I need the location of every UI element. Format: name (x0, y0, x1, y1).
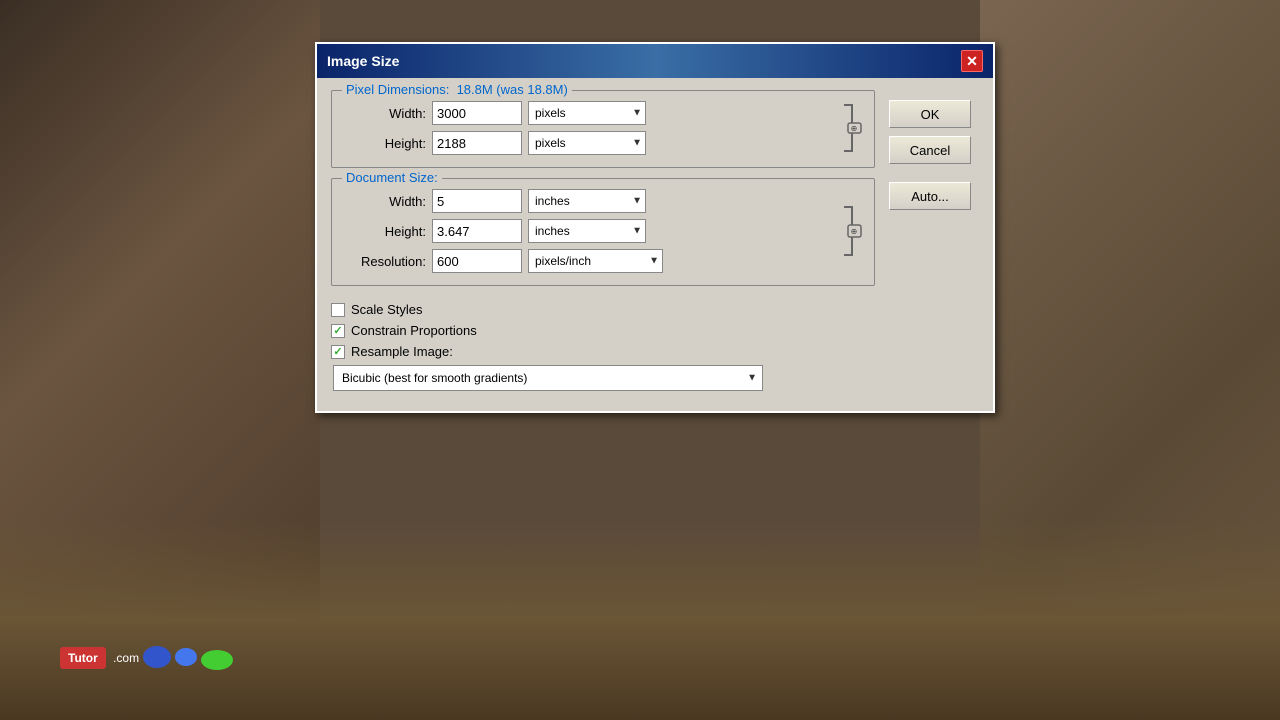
doc-width-unit-select[interactable]: inches cm mm points picas percent (528, 189, 646, 213)
doc-width-unit-wrapper: inches cm mm points picas percent (528, 189, 646, 213)
doc-width-row: Width: inches cm mm points picas percent (344, 189, 834, 213)
image-size-dialog: Image Size ✕ Pixel Dimensions: 18.8M (wa… (315, 42, 995, 413)
pixel-height-unit-select[interactable]: pixels percent (528, 131, 646, 155)
dialog-title: Image Size (327, 53, 399, 69)
pixel-width-input[interactable] (432, 101, 522, 125)
pixel-height-input[interactable] (432, 131, 522, 155)
dot-green (201, 650, 233, 670)
dot-blue2 (175, 648, 197, 666)
pixel-dimensions-section: Pixel Dimensions: 18.8M (was 18.8M) Widt… (331, 90, 875, 168)
constrain-proportions-checkbox[interactable] (331, 324, 345, 338)
dot-blue (143, 646, 171, 668)
pixel-dimensions-legend: Pixel Dimensions: 18.8M (was 18.8M) (342, 82, 572, 97)
pixel-dimensions-fields: Width: pixels percent Height: (344, 101, 862, 155)
doc-height-unit-select[interactable]: inches cm mm points picas percent (528, 219, 646, 243)
pixel-chain-bracket: ⊕ (840, 101, 862, 155)
constrain-proportions-label: Constrain Proportions (351, 323, 477, 338)
tutor-logo: Tutor .com (60, 646, 233, 670)
doc-fields-col: Width: inches cm mm points picas percent (344, 189, 834, 273)
doc-height-label: Height: (344, 224, 426, 239)
resolution-unit-select[interactable]: pixels/inch pixels/cm (528, 249, 663, 273)
tutor-dots (143, 646, 233, 670)
pixel-width-unit-select[interactable]: pixels percent (528, 101, 646, 125)
doc-height-row: Height: inches cm mm points picas percen… (344, 219, 834, 243)
cancel-button[interactable]: Cancel (889, 136, 971, 164)
dialog-body: Pixel Dimensions: 18.8M (was 18.8M) Widt… (317, 78, 993, 411)
resample-image-label: Resample Image: (351, 344, 453, 359)
svg-text:⊕: ⊕ (851, 227, 858, 236)
resolution-label: Resolution: (344, 254, 426, 269)
bg-bottom (0, 520, 1280, 720)
doc-height-unit-wrapper: inches cm mm points picas percent (528, 219, 646, 243)
scale-styles-row: Scale Styles (331, 302, 875, 317)
doc-chain-bracket: ⊕ (840, 203, 862, 259)
resolution-row: Resolution: pixels/inch pixels/cm (344, 249, 834, 273)
resample-image-checkbox[interactable] (331, 345, 345, 359)
pixel-height-unit-wrapper: pixels percent (528, 131, 646, 155)
pixel-height-label: Height: (344, 136, 426, 151)
close-button[interactable]: ✕ (961, 50, 983, 72)
svg-text:⊕: ⊕ (851, 124, 858, 133)
pixel-fields-col: Width: pixels percent Height: (344, 101, 834, 155)
pixel-width-row: Width: pixels percent (344, 101, 834, 125)
resolution-input[interactable] (432, 249, 522, 273)
doc-width-label: Width: (344, 194, 426, 209)
constrain-proportions-row: Constrain Proportions (331, 323, 875, 338)
tutor-label: Tutor (60, 647, 106, 669)
resolution-unit-wrapper: pixels/inch pixels/cm (528, 249, 663, 273)
resample-method-wrapper: Bicubic (best for smooth gradients) Bicu… (333, 365, 763, 391)
doc-width-input[interactable] (432, 189, 522, 213)
dialog-right: OK Cancel Auto... (889, 90, 979, 397)
resample-image-row: Resample Image: (331, 344, 875, 359)
pixel-chain-svg: ⊕ (840, 101, 862, 155)
dialog-titlebar: Image Size ✕ (317, 44, 993, 78)
scale-styles-checkbox[interactable] (331, 303, 345, 317)
document-size-section: Document Size: Width: inches cm mm (331, 178, 875, 286)
tutor-domain: .com (110, 651, 139, 665)
pixel-width-label: Width: (344, 106, 426, 121)
pixel-width-unit-wrapper: pixels percent (528, 101, 646, 125)
doc-height-input[interactable] (432, 219, 522, 243)
resample-method-row: Bicubic (best for smooth gradients) Bicu… (331, 365, 875, 391)
pixel-height-row: Height: pixels percent (344, 131, 834, 155)
doc-chain-svg: ⊕ (840, 203, 862, 259)
document-size-fields: Width: inches cm mm points picas percent (344, 189, 862, 273)
resample-method-select[interactable]: Bicubic (best for smooth gradients) Bicu… (333, 365, 763, 391)
scale-styles-label: Scale Styles (351, 302, 423, 317)
auto-button[interactable]: Auto... (889, 182, 971, 210)
dialog-left: Pixel Dimensions: 18.8M (was 18.8M) Widt… (331, 90, 875, 397)
checkboxes-section: Scale Styles Constrain Proportions Resam… (331, 296, 875, 397)
document-size-legend: Document Size: (342, 170, 442, 185)
ok-button[interactable]: OK (889, 100, 971, 128)
